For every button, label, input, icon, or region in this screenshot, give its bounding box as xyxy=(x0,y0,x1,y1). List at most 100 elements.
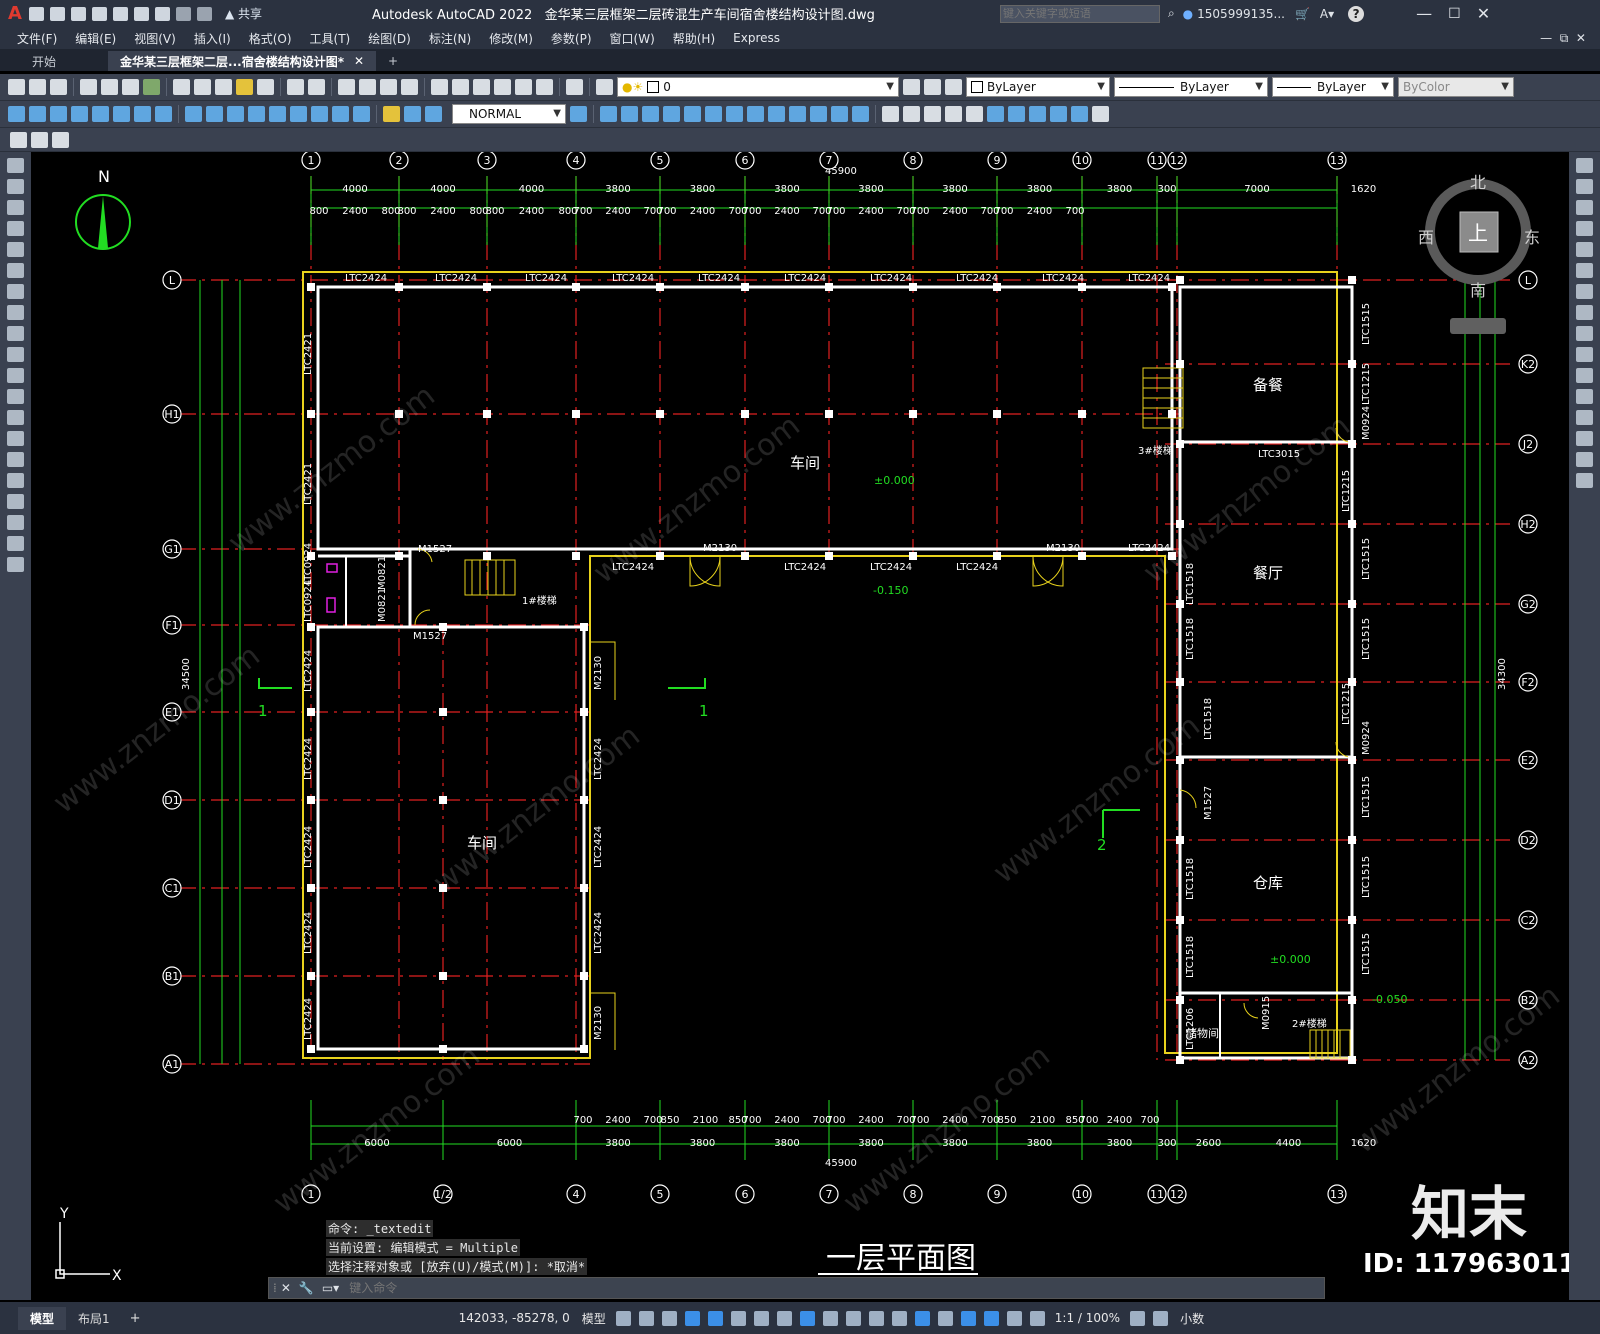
doc-window-controls[interactable]: — ⧉ ✕ xyxy=(1540,31,1586,46)
grip-icon[interactable]: ⁞ xyxy=(273,1281,277,1295)
menu-view[interactable]: 视图(V) xyxy=(125,30,185,47)
viewcube-face[interactable]: 上 xyxy=(1468,221,1488,245)
ellipse-arc-icon[interactable] xyxy=(7,368,24,383)
menu-modify[interactable]: 修改(M) xyxy=(480,30,542,47)
dim-update-icon[interactable] xyxy=(425,106,442,122)
explode-icon[interactable] xyxy=(924,106,941,122)
units-dropdown[interactable]: 小数 xyxy=(1180,1310,1204,1327)
dimstyle-icon[interactable] xyxy=(570,106,587,122)
extra-tool-1-icon[interactable] xyxy=(10,131,27,148)
pan-icon[interactable] xyxy=(338,79,355,95)
text-mask-icon[interactable] xyxy=(1008,106,1025,122)
dynamic-ucs-icon[interactable] xyxy=(914,1310,930,1326)
erase-icon[interactable] xyxy=(600,106,617,122)
menu-help[interactable]: 帮助(H) xyxy=(664,30,724,47)
new-file-icon[interactable] xyxy=(28,6,44,21)
group-icon[interactable] xyxy=(966,106,983,122)
layer-previous-icon[interactable] xyxy=(924,79,941,95)
tool-palettes-icon[interactable] xyxy=(473,79,490,95)
annotation-scale-icon[interactable] xyxy=(1029,1310,1045,1326)
rotate-icon[interactable] xyxy=(726,106,743,122)
draworder-icon[interactable] xyxy=(945,106,962,122)
block-editor-icon[interactable] xyxy=(257,79,274,95)
customize-icon[interactable]: 🔧 xyxy=(299,1281,314,1295)
align-icon[interactable] xyxy=(1029,106,1046,122)
help-tb-icon[interactable] xyxy=(566,79,583,95)
tab-model[interactable]: 模型 xyxy=(18,1306,67,1330)
new-icon[interactable] xyxy=(8,79,25,95)
menu-tools[interactable]: 工具(T) xyxy=(301,30,360,47)
r-move-icon[interactable] xyxy=(1576,263,1593,278)
rectangle-icon[interactable] xyxy=(7,242,24,257)
dynamic-input-icon[interactable] xyxy=(684,1310,700,1326)
menu-window[interactable]: 窗口(W) xyxy=(601,30,664,47)
redo-icon[interactable] xyxy=(196,6,212,21)
join-icon[interactable] xyxy=(852,106,869,122)
undo-icon[interactable] xyxy=(175,6,191,21)
center-mark-icon[interactable] xyxy=(311,106,328,122)
r-break-icon[interactable] xyxy=(1576,389,1593,404)
account-icon[interactable]: A▾ xyxy=(1320,7,1334,21)
share-button[interactable]: ▲ 共享 xyxy=(225,5,262,22)
array-icon[interactable] xyxy=(684,106,701,122)
cut-icon[interactable] xyxy=(173,79,190,95)
viewcube-west[interactable]: 西 xyxy=(1418,228,1434,247)
command-input[interactable] xyxy=(347,1280,1324,1296)
revcloud-icon[interactable] xyxy=(7,305,24,320)
menu-express[interactable]: Express xyxy=(724,31,789,45)
3d-osnap-icon[interactable] xyxy=(891,1310,907,1326)
close-command-icon[interactable]: ✕ xyxy=(281,1281,291,1295)
radius-icon[interactable] xyxy=(92,106,109,122)
layer-properties-icon[interactable] xyxy=(596,79,613,95)
extra-tool-2-icon[interactable] xyxy=(31,131,48,148)
menu-dimension[interactable]: 标注(N) xyxy=(420,30,480,47)
zoom-previous-icon[interactable] xyxy=(401,79,418,95)
drawing-canvas[interactable]: N 北 南 西 东 上 车间 车间 备餐 餐厅 仓库 储物间 1#楼梯 2#楼梯… xyxy=(31,152,1569,1300)
r-scale-icon[interactable] xyxy=(1576,305,1593,320)
ortho-icon[interactable] xyxy=(707,1310,723,1326)
chamfer-icon[interactable] xyxy=(882,106,899,122)
mirror-icon[interactable] xyxy=(642,106,659,122)
publish-icon-tb[interactable] xyxy=(122,79,139,95)
jogged-icon[interactable] xyxy=(113,106,130,122)
r-rotate-icon[interactable] xyxy=(1576,284,1593,299)
move-icon[interactable] xyxy=(705,106,722,122)
menu-draw[interactable]: 绘图(D) xyxy=(359,30,420,47)
zoom-window-icon[interactable] xyxy=(380,79,397,95)
maximize-button[interactable]: ☐ xyxy=(1448,6,1461,22)
workspace-gear-icon[interactable] xyxy=(1130,1310,1146,1326)
export-icon[interactable] xyxy=(133,6,149,21)
isodraft-icon[interactable] xyxy=(753,1310,769,1326)
viewcube-south[interactable]: 南 xyxy=(1470,281,1486,300)
mtext-icon[interactable] xyxy=(7,536,24,551)
color-dropdown[interactable]: ByLayer ▼ xyxy=(966,77,1110,97)
gizmo-icon[interactable] xyxy=(960,1310,976,1326)
osnap-icon[interactable] xyxy=(799,1310,815,1326)
snap-icon[interactable] xyxy=(638,1310,654,1326)
help-icon[interactable]: ? xyxy=(1348,5,1365,22)
tolerance-icon[interactable] xyxy=(290,106,307,122)
polygon-icon[interactable] xyxy=(7,221,24,236)
diameter-icon[interactable] xyxy=(134,106,151,122)
layer-dropdown[interactable]: ●☀ 0 ▼ xyxy=(617,77,899,97)
calculator-icon[interactable] xyxy=(536,79,553,95)
r-copy-icon[interactable] xyxy=(1576,179,1593,194)
extend-icon[interactable] xyxy=(810,106,827,122)
circle-icon[interactable] xyxy=(7,284,24,299)
overkill-icon[interactable] xyxy=(1092,106,1109,122)
hatch-icon[interactable] xyxy=(7,452,24,467)
otrack-icon[interactable] xyxy=(776,1310,792,1326)
annotation-scale[interactable]: 1:1 / 100% xyxy=(1055,1311,1120,1325)
copy-icon[interactable] xyxy=(194,79,211,95)
design-center-icon[interactable] xyxy=(452,79,469,95)
viewcube-north[interactable]: 北 xyxy=(1470,173,1486,192)
lengthen-icon[interactable] xyxy=(1050,106,1067,122)
angular-icon[interactable] xyxy=(155,106,172,122)
r-erase-icon[interactable] xyxy=(1576,158,1593,173)
r-stretch-icon[interactable] xyxy=(1576,326,1593,341)
search-icon[interactable]: ⌕ xyxy=(1168,6,1175,21)
paste-icon[interactable] xyxy=(215,79,232,95)
user-name[interactable]: 1505999135... xyxy=(1197,7,1285,21)
minimize-button[interactable]: — xyxy=(1416,4,1432,23)
spline-icon[interactable] xyxy=(7,326,24,341)
